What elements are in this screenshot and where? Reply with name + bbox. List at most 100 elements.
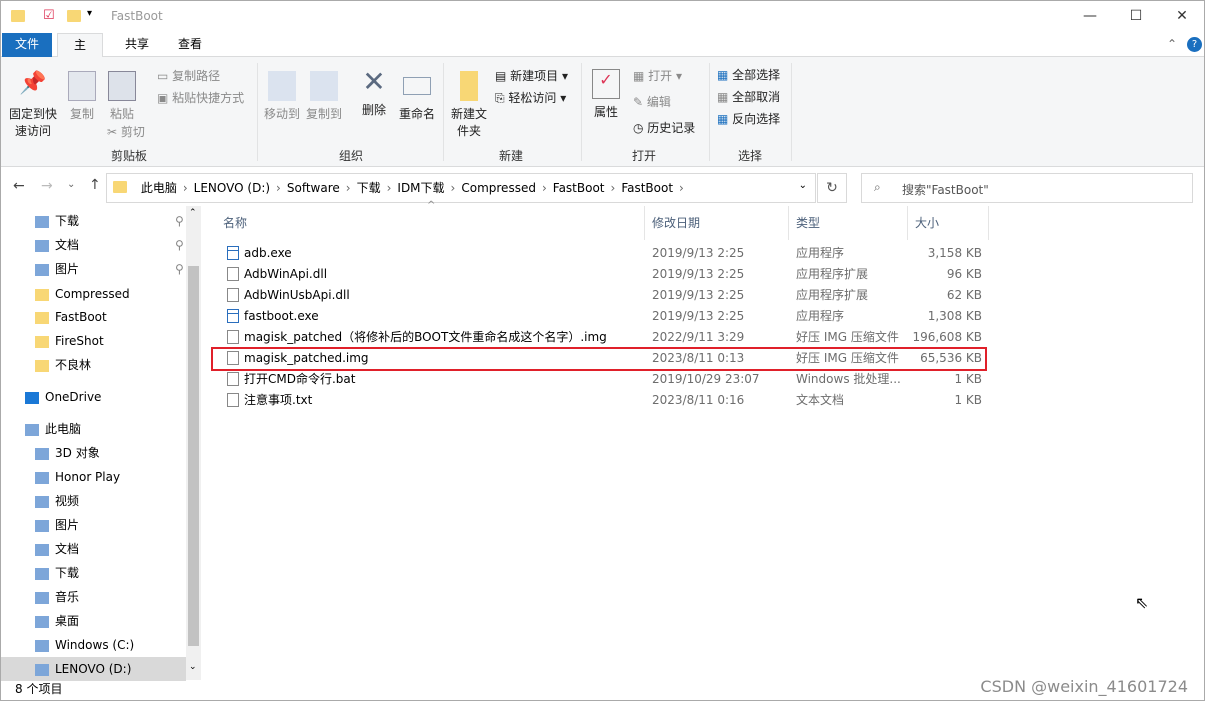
file-row[interactable]: 打开CMD命令行.bat 2019/10/29 23:07 Windows 批处…	[211, 369, 987, 390]
breadcrumb-separator-icon[interactable]: ›	[183, 181, 188, 195]
breadcrumb-item[interactable]: 此电脑	[141, 174, 177, 202]
file-row[interactable]: magisk_patched（将修补后的BOOT文件重命名成这个名字）.img …	[211, 327, 987, 348]
properties-button[interactable]: ✓ 属性	[591, 69, 621, 120]
maximize-button[interactable]: ☐	[1113, 1, 1159, 31]
copy-button[interactable]: 复制	[65, 71, 99, 122]
back-button[interactable]: ←	[13, 178, 25, 194]
recent-locations-button[interactable]: ⌄	[67, 179, 75, 190]
file-row[interactable]: fastboot.exe 2019/9/13 2:25 应用程序 1,308 K…	[211, 306, 987, 327]
scroll-up-icon[interactable]: ⌃	[189, 208, 197, 218]
paste-shortcut-button[interactable]: ▣ 粘贴快捷方式	[157, 89, 244, 106]
scrollbar-thumb[interactable]	[188, 266, 199, 646]
edit-button[interactable]: ✎ 编辑	[633, 93, 671, 110]
nav-item[interactable]: 3D 对象	[35, 441, 195, 465]
close-button[interactable]: ✕	[1159, 1, 1205, 31]
nav-item[interactable]: Windows (C:)	[35, 633, 195, 657]
nav-item[interactable]: 视频	[35, 489, 195, 513]
breadcrumb-item[interactable]: Software	[287, 174, 340, 202]
breadcrumb-item[interactable]: IDM下载	[397, 174, 444, 202]
column-header-name[interactable]: 名称	[217, 206, 645, 240]
scroll-down-icon[interactable]: ⌄	[189, 662, 197, 672]
file-name: 打开CMD命令行.bat	[244, 372, 356, 386]
nav-item[interactable]: 文档	[35, 537, 195, 561]
pin-quick-access-button[interactable]: 📌 固定到快速访问	[7, 71, 59, 139]
file-size: 62 KB	[946, 288, 982, 302]
file-row[interactable]: AdbWinUsbApi.dll 2019/9/13 2:25 应用程序扩展 6…	[211, 285, 987, 306]
nav-item[interactable]: FireShot	[35, 329, 195, 353]
minimize-button[interactable]: —	[1067, 1, 1113, 31]
rename-button[interactable]: 重命名	[397, 71, 437, 122]
breadcrumb-item[interactable]: Compressed	[461, 174, 536, 202]
address-dropdown-icon[interactable]: ⌄	[799, 180, 807, 191]
paste-button[interactable]: 粘贴	[105, 71, 139, 122]
select-all-button[interactable]: ▦ 全部选择	[717, 66, 780, 83]
file-row[interactable]: AdbWinApi.dll 2019/9/13 2:25 应用程序扩展 96 K…	[211, 264, 987, 285]
rename-icon	[403, 77, 431, 95]
nav-item[interactable]: 音乐	[35, 585, 195, 609]
tab-share[interactable]: 共享	[113, 33, 161, 57]
nav-item-label: 下载	[55, 566, 80, 580]
breadcrumb-separator-icon[interactable]: ›	[346, 181, 351, 195]
breadcrumb-separator-icon[interactable]: ›	[451, 181, 456, 195]
tab-view[interactable]: 查看	[166, 33, 214, 57]
nav-item[interactable]: Compressed	[35, 282, 195, 306]
file-row[interactable]: adb.exe 2019/9/13 2:25 应用程序 3,158 KB	[211, 243, 987, 264]
column-header-type[interactable]: 类型	[790, 206, 908, 240]
nav-item[interactable]: FastBoot	[35, 305, 195, 329]
new-folder-quick-icon[interactable]	[67, 10, 81, 22]
open-button[interactable]: ▦ 打开 ▾	[633, 67, 682, 84]
copy-to-button[interactable]: 复制到	[305, 71, 343, 122]
column-header-date[interactable]: 修改日期	[646, 206, 789, 240]
delete-button[interactable]: ✕ 删除	[359, 67, 389, 118]
nav-item[interactable]: 不良林	[35, 353, 195, 377]
breadcrumb-item[interactable]: FastBoot	[621, 174, 673, 202]
pin-icon[interactable]: ⚲	[175, 209, 184, 233]
nav-item[interactable]: OneDrive	[25, 385, 185, 409]
file-name: adb.exe	[244, 246, 292, 260]
breadcrumb-item[interactable]: 下载	[357, 174, 381, 202]
easy-access-button[interactable]: ⎘ 轻松访问 ▾	[495, 89, 566, 106]
cut-button[interactable]: ✂ 剪切	[107, 123, 145, 140]
nav-item[interactable]: 此电脑	[25, 417, 185, 441]
properties-quick-icon[interactable]: ☑	[43, 8, 55, 23]
select-none-button[interactable]: ▦ 全部取消	[717, 88, 780, 105]
nav-scrollbar[interactable]: ⌃ ⌄	[186, 206, 201, 680]
nav-item[interactable]: 下载 ⚲	[35, 209, 195, 233]
nav-item[interactable]: 下载	[35, 561, 195, 585]
nav-item[interactable]: 图片 ⚲	[35, 257, 195, 281]
collapse-ribbon-icon[interactable]: ⌃	[1167, 37, 1177, 51]
nav-item[interactable]: 图片	[35, 513, 195, 537]
refresh-button[interactable]: ↻	[817, 173, 847, 203]
copy-path-button[interactable]: ▭ 复制路径	[157, 67, 220, 84]
breadcrumb-separator-icon[interactable]: ›	[679, 181, 684, 195]
address-bar[interactable]: 此电脑 › LENOVO (D:) › Software › 下载 › IDM下载 › Compre…	[106, 173, 816, 203]
new-folder-button[interactable]: 新建文件夹	[449, 71, 489, 139]
file-row[interactable]: 注意事项.txt 2023/8/11 0:16 文本文档 1 KB	[211, 390, 987, 411]
tab-file[interactable]: 文件	[2, 33, 52, 57]
breadcrumb-separator-icon[interactable]: ›	[542, 181, 547, 195]
pin-icon[interactable]: ⚲	[175, 233, 184, 257]
move-to-button[interactable]: 移动到	[263, 71, 301, 122]
breadcrumb-separator-icon[interactable]: ›	[276, 181, 281, 195]
location-icon	[35, 663, 49, 676]
breadcrumb-item[interactable]: FastBoot	[553, 174, 605, 202]
breadcrumb-separator-icon[interactable]: ›	[611, 181, 616, 195]
forward-button[interactable]: →	[41, 178, 53, 194]
customize-quick-access-icon[interactable]: ▾	[87, 8, 92, 19]
pin-icon[interactable]: ⚲	[175, 257, 184, 281]
column-header-size[interactable]: 大小	[909, 206, 989, 240]
history-button[interactable]: ◷ 历史记录	[633, 119, 695, 136]
new-item-button[interactable]: ▤ 新建项目 ▾	[495, 67, 568, 84]
breadcrumb-separator-icon[interactable]: ›	[387, 181, 392, 195]
divider	[709, 63, 710, 161]
nav-item[interactable]: 文档 ⚲	[35, 233, 195, 257]
folder-icon	[35, 311, 49, 324]
search-box[interactable]: ⌕ 搜索"FastBoot"	[861, 173, 1193, 203]
help-icon[interactable]: ?	[1187, 37, 1202, 52]
tab-home[interactable]: 主页	[57, 33, 103, 74]
breadcrumb-item[interactable]: LENOVO (D:)	[194, 174, 270, 202]
nav-item[interactable]: Honor Play	[35, 465, 195, 489]
invert-selection-button[interactable]: ▦ 反向选择	[717, 110, 780, 127]
nav-item[interactable]: 桌面	[35, 609, 195, 633]
up-button[interactable]: ↑	[89, 177, 101, 193]
